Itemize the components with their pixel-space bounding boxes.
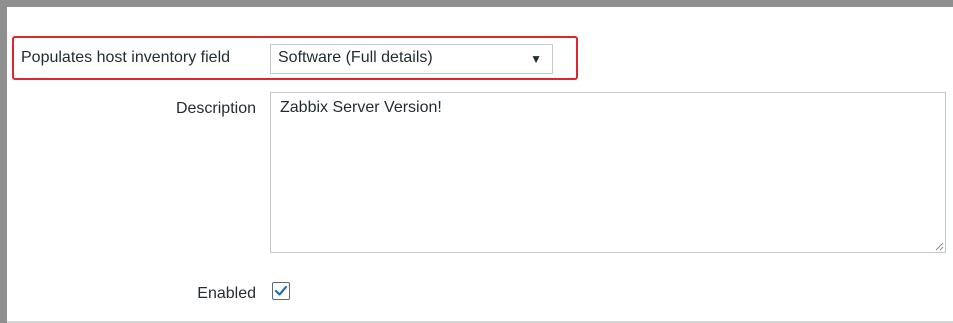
- description-value: Zabbix Server Version!: [280, 99, 442, 116]
- panel-left-border: [0, 0, 7, 323]
- form-panel: Populates host inventory field Software …: [0, 0, 953, 323]
- panel-top-border: [0, 0, 953, 7]
- inventory-field-select[interactable]: Software (Full details) ▼: [270, 44, 553, 74]
- dropdown-arrow-icon: ▼: [530, 52, 542, 66]
- checkmark-icon: [274, 285, 288, 296]
- resize-grip-icon[interactable]: [934, 241, 944, 251]
- enabled-label: Enabled: [197, 285, 256, 302]
- enabled-checkbox[interactable]: [272, 282, 290, 300]
- description-textarea[interactable]: Zabbix Server Version!: [270, 92, 946, 253]
- inventory-field-label: Populates host inventory field: [21, 49, 231, 66]
- inventory-field-selected-value: Software (Full details): [278, 49, 433, 66]
- description-label: Description: [175, 100, 256, 117]
